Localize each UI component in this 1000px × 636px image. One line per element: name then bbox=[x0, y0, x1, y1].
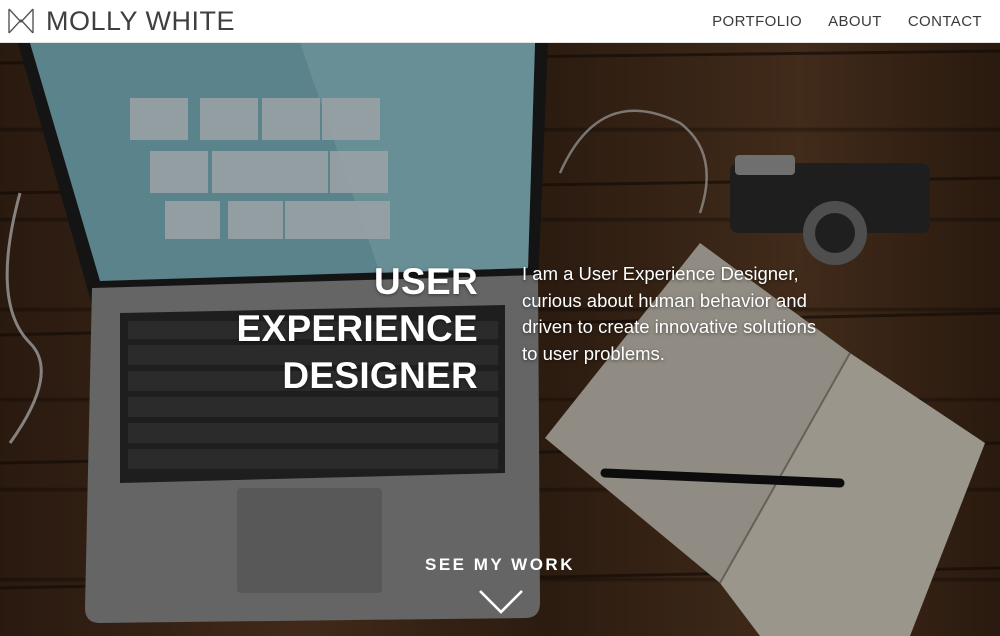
nav-portfolio[interactable]: PORTFOLIO bbox=[712, 13, 802, 30]
headline-line-2: EXPERIENCE bbox=[236, 308, 478, 349]
chevron-down-icon[interactable] bbox=[478, 589, 524, 615]
nav-contact[interactable]: CONTACT bbox=[908, 13, 982, 30]
hero-intro-text: I am a User Experience Designer, curious… bbox=[522, 263, 817, 364]
hero-section: USER EXPERIENCE DESIGNER I am a User Exp… bbox=[0, 43, 1000, 636]
headline-line-3: DESIGNER bbox=[282, 355, 478, 396]
brand-link[interactable]: MOLLY WHITE bbox=[6, 6, 235, 37]
site-header: MOLLY WHITE PORTFOLIO ABOUT CONTACT bbox=[0, 0, 1000, 43]
hero-dim-overlay bbox=[0, 43, 1000, 636]
mw-monogram-icon bbox=[8, 8, 34, 34]
hero-headline: USER EXPERIENCE DESIGNER bbox=[200, 258, 478, 399]
headline-line-1: USER bbox=[374, 261, 478, 302]
main-nav: PORTFOLIO ABOUT CONTACT bbox=[712, 13, 982, 30]
see-my-work-link[interactable]: SEE MY WORK bbox=[0, 555, 1000, 575]
brand-name: MOLLY WHITE bbox=[46, 5, 236, 36]
nav-about[interactable]: ABOUT bbox=[828, 13, 882, 30]
